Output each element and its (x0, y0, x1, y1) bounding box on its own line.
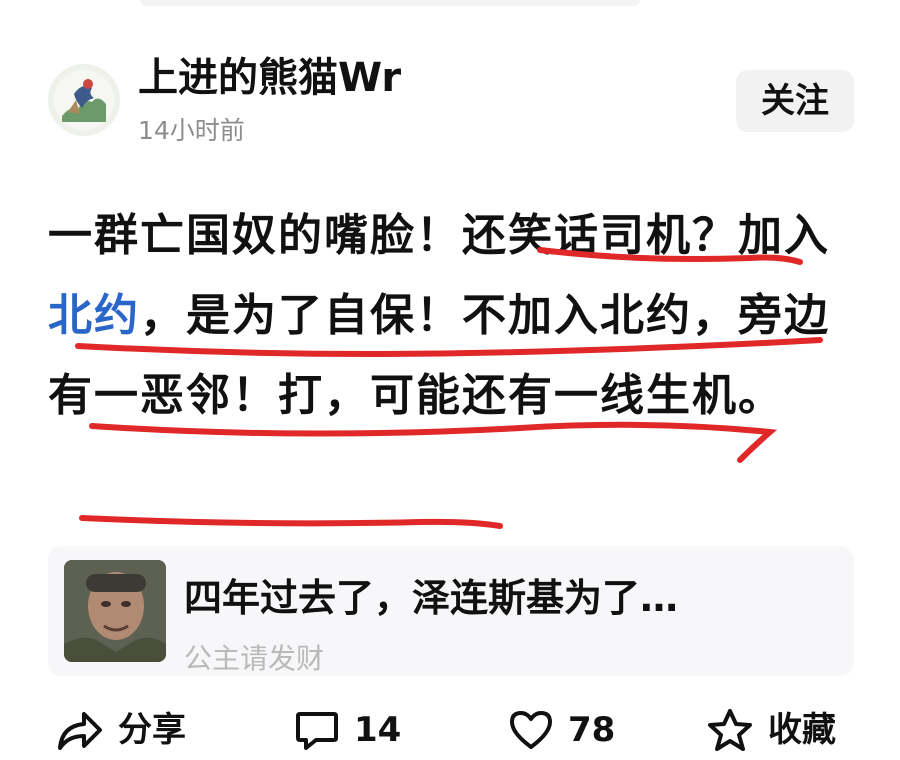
comment-icon (296, 712, 338, 750)
underline-stroke-4 (79, 515, 503, 529)
share-button[interactable]: 分享 (56, 706, 186, 754)
favorite-label: 收藏 (768, 710, 836, 750)
heart-icon (510, 711, 552, 749)
favorite-button[interactable]: 收藏 (706, 706, 836, 754)
post-time: 14小时前 (138, 116, 245, 145)
share-label: 分享 (118, 710, 186, 750)
article-title: 四年过去了，泽连斯基为了… (184, 576, 679, 620)
like-button[interactable]: 78 (508, 706, 615, 754)
quoted-article-card[interactable]: 四年过去了，泽连斯基为了… 公主请发财 (48, 546, 854, 676)
post-text-part-2: ，是为了自保！不加入北约，旁边有一恶邻！打，可能还有一线生机。 (48, 290, 830, 421)
hashtag-link[interactable]: 北约 (48, 290, 140, 341)
likes-count: 78 (568, 710, 616, 750)
comments-count: 14 (354, 710, 402, 750)
author-avatar[interactable] (48, 64, 120, 136)
author-name[interactable]: 上进的熊猫Wr (138, 52, 401, 104)
top-divider (140, 0, 640, 6)
article-thumbnail (64, 560, 166, 662)
article-author: 公主请发财 (184, 642, 325, 675)
star-icon (708, 709, 752, 751)
post-text-part-1: 一群亡国奴的嘴脸！还笑话司机？加入 (48, 210, 830, 261)
post-action-bar: 分享 14 78 收藏 (0, 700, 900, 760)
follow-button[interactable]: 关注 (736, 70, 854, 132)
comment-button[interactable]: 14 (294, 706, 401, 754)
post-content: 一群亡国奴的嘴脸！还笑话司机？加入北约，是为了自保！不加入北约，旁边有一恶邻！打… (48, 196, 848, 436)
share-icon (58, 712, 102, 750)
